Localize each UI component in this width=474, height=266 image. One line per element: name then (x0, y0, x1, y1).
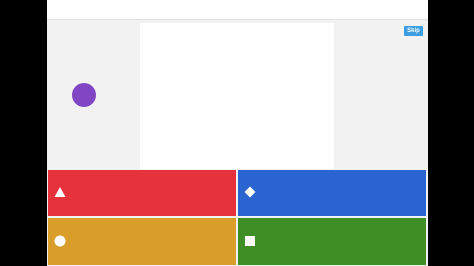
answer-option-square[interactable] (238, 218, 426, 265)
diamond-icon (244, 186, 256, 198)
answer-option-diamond[interactable] (238, 170, 426, 216)
timer-indicator (72, 83, 96, 107)
top-bar (47, 0, 428, 20)
square-icon (244, 235, 256, 247)
circle-icon (54, 235, 66, 247)
question-stage: Skip (47, 20, 428, 169)
game-window: Skip (47, 0, 428, 266)
triangle-icon (54, 186, 66, 198)
answer-option-circle[interactable] (48, 218, 236, 265)
answer-option-triangle[interactable] (48, 170, 236, 216)
skip-button[interactable]: Skip (404, 26, 423, 36)
question-media-area (140, 23, 334, 169)
